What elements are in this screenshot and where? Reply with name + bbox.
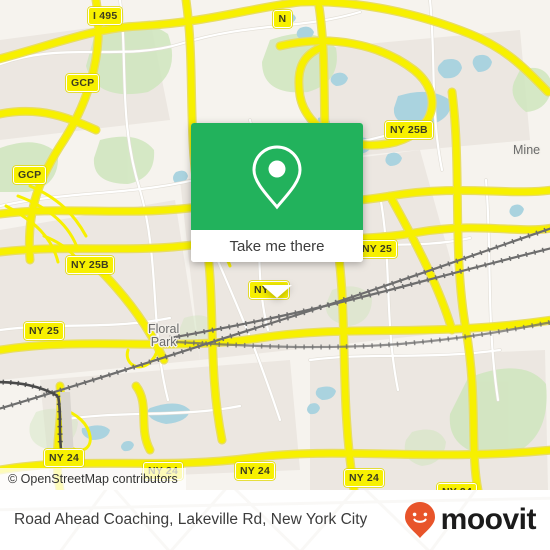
location-popup[interactable]: Take me there <box>191 123 363 298</box>
take-me-there-label: Take me there <box>229 237 325 255</box>
road-shield: I 495 <box>88 7 123 25</box>
popup-tail <box>262 285 292 298</box>
road-shield: NY 25B <box>66 256 114 274</box>
map-attribution[interactable]: © OpenStreetMap contributors <box>0 468 186 490</box>
road-shield: NY 25 <box>24 322 64 340</box>
take-me-there-button[interactable]: Take me there <box>191 230 363 262</box>
road-shield: NY 24 <box>437 483 477 490</box>
place-label-mineola: Mine <box>513 143 541 157</box>
moovit-logo[interactable]: moovit <box>403 490 537 550</box>
footer-bar: Road Ahead Coaching, Lakeville Rd, New Y… <box>0 490 550 550</box>
page-title: Road Ahead Coaching, Lakeville Rd, New Y… <box>14 511 368 528</box>
road-shield: NY 25B <box>385 121 433 139</box>
map-pin-icon <box>252 144 302 209</box>
moovit-pin-icon <box>404 502 435 538</box>
popup-header <box>191 123 363 230</box>
road-shield: GCP <box>13 166 47 184</box>
road-shield: NY 24 <box>344 469 384 487</box>
moovit-wordmark: moovit <box>440 503 537 536</box>
road-shield: N <box>273 10 292 28</box>
moovit-map-screen: .rd { fill:none; stroke:#f7f000; stroke-… <box>0 0 550 550</box>
road-shield: NY 24 <box>44 449 84 467</box>
popup-body: Take me there <box>191 123 363 262</box>
road-shield: GCP <box>66 74 100 92</box>
road-shield: NY 24 <box>235 462 275 480</box>
road-shield: NY 25 <box>357 240 397 258</box>
place-label-floral-park: Floral Park <box>148 322 180 350</box>
